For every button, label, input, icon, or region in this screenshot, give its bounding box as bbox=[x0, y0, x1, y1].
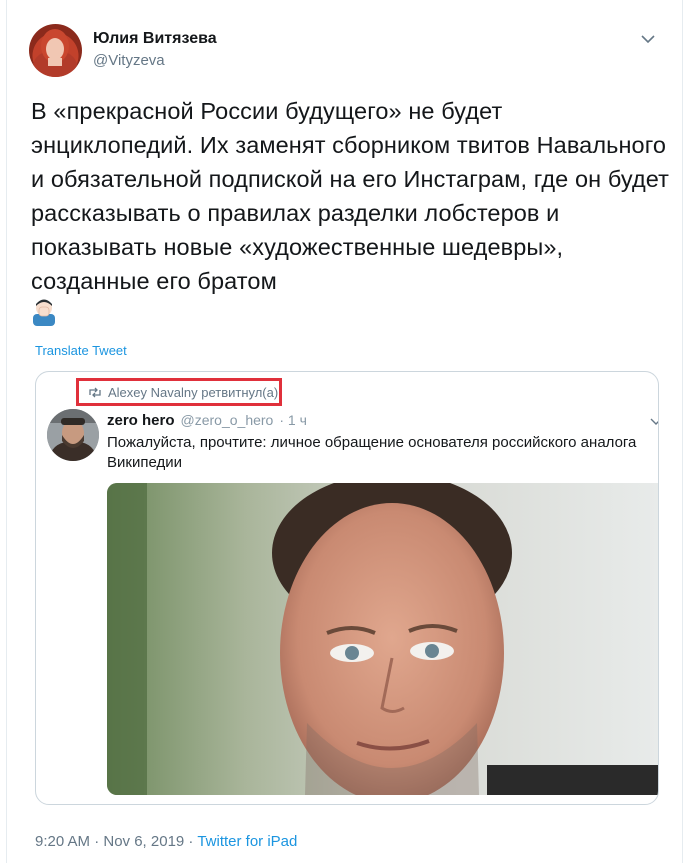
avatar-portrait-icon bbox=[47, 409, 99, 461]
author-name[interactable]: Юлия Витязева bbox=[93, 30, 217, 48]
quoted-tweet-text: Пожалуйста, прочтите: личное обращение о… bbox=[107, 434, 637, 471]
retweet-icon bbox=[89, 387, 101, 398]
retweet-context: Alexey Navalny ретвитнул(а) bbox=[88, 385, 278, 400]
author-handle[interactable]: @Vityzeva bbox=[93, 52, 165, 69]
avatar-portrait-icon bbox=[33, 29, 77, 77]
quoted-author-name[interactable]: zero hero bbox=[107, 412, 175, 429]
quoted-tweet-photo[interactable] bbox=[107, 483, 658, 795]
author-avatar[interactable] bbox=[29, 24, 82, 77]
quoted-author-avatar[interactable] bbox=[47, 409, 99, 461]
tweet-timestamp[interactable]: 9:20 AM · Nov 6, 2019 bbox=[35, 833, 184, 850]
chevron-down-icon[interactable] bbox=[649, 414, 659, 428]
tweet-body: В «прекрасной России будущего» не будет … bbox=[31, 94, 671, 335]
portrait-photo bbox=[107, 483, 658, 795]
translate-tweet-link[interactable]: Translate Tweet bbox=[35, 343, 127, 358]
man-facepalming-icon bbox=[31, 298, 57, 335]
quoted-tweet-card[interactable]: Alexey Navalny ретвитнул(а) zero hero @z… bbox=[35, 371, 659, 805]
quoted-author-line: zero hero @zero_o_hero · 1 ч bbox=[107, 412, 307, 429]
retweet-label: Alexey Navalny ретвитнул(а) bbox=[108, 385, 279, 400]
quoted-tweet-age[interactable]: · 1 ч bbox=[279, 412, 307, 428]
tweet-source-link[interactable]: Twitter for iPad bbox=[197, 833, 297, 850]
tweet-text: В «прекрасной России будущего» не будет … bbox=[31, 98, 670, 294]
tweet-meta: 9:20 AM · Nov 6, 2019 · Twitter for iPad bbox=[35, 833, 297, 850]
chevron-down-icon[interactable] bbox=[639, 30, 657, 48]
tweet-frame: Юлия Витязева @Vityzeva В «прекрасной Ро… bbox=[6, 0, 683, 863]
meta-separator: · bbox=[184, 833, 198, 850]
quoted-author-handle[interactable]: @zero_o_hero bbox=[181, 412, 274, 428]
